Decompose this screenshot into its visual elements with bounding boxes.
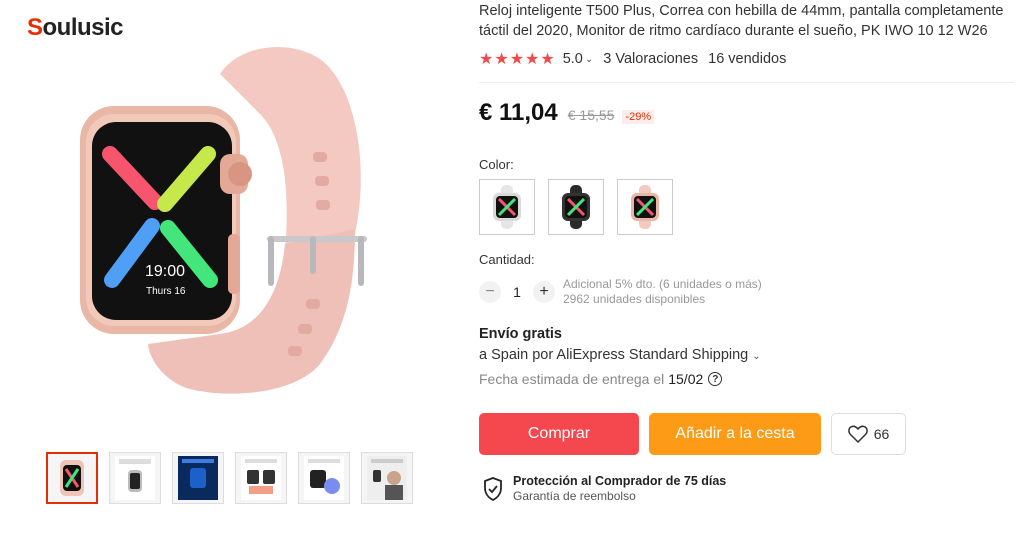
delivery-date: 15/02 [668, 371, 704, 387]
protection-subtitle: Garantía de reembolso [513, 489, 636, 503]
action-buttons: Comprar Añadir a la cesta 66 [479, 413, 906, 455]
discount-badge: -29% [622, 110, 655, 124]
current-price: € 11,04 [479, 99, 558, 126]
star-icon: ★ [540, 51, 555, 68]
help-icon[interactable]: ? [708, 372, 723, 386]
star-icon: ★ [525, 51, 540, 68]
bulk-discount-text: Adicional 5% dto. (6 unidades o más) [563, 277, 762, 291]
rating-value[interactable]: 5.0 [563, 51, 583, 67]
protection-title: Protección al Comprador de 75 días [513, 474, 727, 488]
wishlist-count: 66 [873, 426, 890, 442]
divider [479, 82, 1014, 83]
logo-initial: S [27, 14, 43, 41]
shipping-method-text: a Spain por AliExpress Standard Shipping [479, 347, 749, 363]
delivery-estimate: Fecha estimada de entrega el 15/02 ? [479, 371, 723, 387]
main-product-image[interactable]: 19:00 Thurs 16 [70, 44, 400, 404]
thumbnail-1[interactable] [46, 452, 98, 504]
logo-text: oulusic [42, 14, 124, 41]
star-icon: ★ [494, 51, 509, 68]
quantity-stepper: − 1 + Adicional 5% dto. (6 unidades o má… [479, 277, 762, 307]
star-icon: ★ [509, 51, 525, 68]
heart-icon [847, 425, 868, 443]
wishlist-button[interactable]: 66 [831, 413, 906, 455]
store-logo[interactable]: Soulusic [27, 14, 124, 42]
add-to-cart-button[interactable]: Añadir a la cesta [649, 413, 821, 455]
color-option-black[interactable] [548, 179, 604, 235]
thumbnail-4[interactable] [235, 452, 287, 504]
quantity-value[interactable]: 1 [501, 284, 533, 300]
product-title: Reloj inteligente T500 Plus, Correa con … [479, 3, 1004, 39]
color-option-silver[interactable] [479, 179, 535, 235]
shipping-title: Envío gratis [479, 326, 562, 342]
quantity-label: Cantidad: [479, 252, 535, 267]
watch-time: 19:00 [145, 263, 185, 280]
product-page: Soulusic 19:00 Thurs 16 Reloj inteligent… [0, 0, 1024, 535]
chevron-down-icon[interactable]: ⌄ [585, 54, 593, 65]
quantity-info: Adicional 5% dto. (6 unidades o más) 296… [563, 277, 762, 307]
reviews-link[interactable]: 3 Valoraciones [603, 51, 698, 67]
color-swatches [479, 179, 673, 235]
buyer-protection: Protección al Comprador de 75 días Garan… [483, 474, 726, 503]
quantity-increase-button[interactable]: + [533, 281, 555, 303]
rating-row: ★ ★ ★ ★ ★ 5.0 ⌄ 3 Valoraciones 16 vendid… [479, 49, 786, 69]
watch-date: Thurs 16 [146, 286, 186, 297]
shipping-method[interactable]: a Spain por AliExpress Standard Shipping… [479, 347, 761, 363]
thumbnail-strip [46, 452, 413, 504]
thumbnail-6[interactable] [361, 452, 413, 504]
color-label: Color: [479, 157, 514, 172]
star-rating: ★ ★ ★ ★ ★ [479, 49, 555, 69]
original-price: € 15,55 [567, 107, 615, 123]
price-row: € 11,04 € 15,55 -29% [479, 99, 655, 127]
shield-check-icon [484, 476, 502, 501]
stock-available-text: 2962 unidades disponibles [563, 292, 706, 306]
chevron-down-icon: ⌄ [752, 351, 761, 362]
star-icon: ★ [479, 51, 494, 68]
delivery-label: Fecha estimada de entrega el [479, 371, 665, 387]
quantity-decrease-button[interactable]: − [479, 281, 501, 303]
color-option-pink[interactable] [617, 179, 673, 235]
buy-now-button[interactable]: Comprar [479, 413, 639, 455]
thumbnail-5[interactable] [298, 452, 350, 504]
thumbnail-2[interactable] [109, 452, 161, 504]
thumbnail-3[interactable] [172, 452, 224, 504]
sold-count: 16 vendidos [708, 51, 787, 67]
